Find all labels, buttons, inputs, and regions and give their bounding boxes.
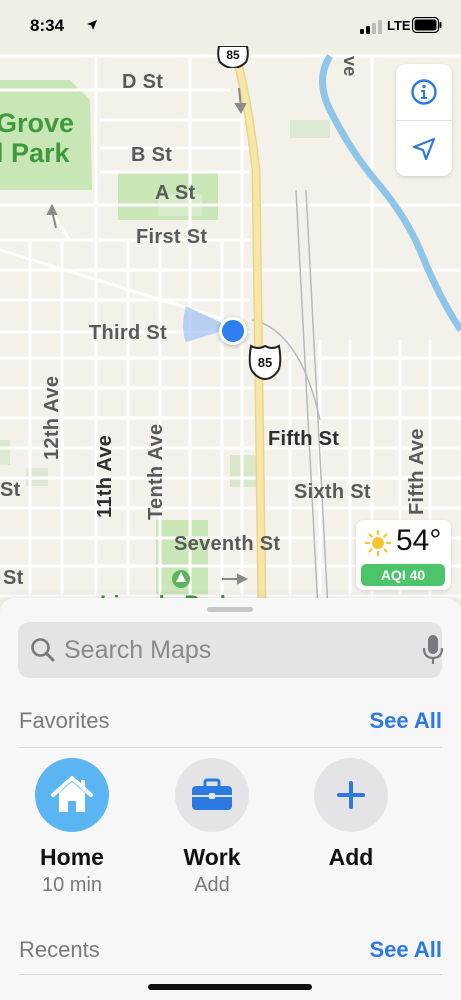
street-label-seventh-st: Seventh St <box>174 533 281 555</box>
battery-icon <box>412 17 442 33</box>
street-label-top-right: ve <box>340 56 360 77</box>
park-label-grove: Grove l Park <box>0 108 74 168</box>
street-label-left-st-1: St <box>0 479 21 501</box>
favorite-home-label: Home <box>40 844 104 870</box>
street-label-left-st-2: St <box>3 567 24 589</box>
bottom-sheet: Favorites See All Home 10 min Work Add <box>0 598 461 1000</box>
street-label-first-st: First St <box>136 226 208 248</box>
street-label-d-st: D St <box>122 71 164 93</box>
add-circle <box>314 758 388 832</box>
park-label-line-2: l Park <box>0 138 70 168</box>
street-label-fifth-st: Fifth St <box>268 428 340 450</box>
street-label-sixth-st: Sixth St <box>294 481 371 503</box>
favorite-home-sub: 10 min <box>41 874 103 896</box>
favorite-work[interactable]: Work Add <box>157 758 267 897</box>
microphone-icon[interactable] <box>422 634 444 666</box>
sheet-grabber[interactable] <box>207 607 253 612</box>
home-circle <box>35 758 109 832</box>
svg-text:85: 85 <box>258 355 272 370</box>
location-arrow-icon <box>412 137 436 161</box>
favorites-see-all-link[interactable]: See All <box>369 708 442 734</box>
map-controls <box>396 64 452 176</box>
favorite-home[interactable]: Home 10 min <box>17 758 127 897</box>
street-label-third-st: Third St <box>89 322 167 344</box>
locate-button[interactable] <box>396 120 452 177</box>
highway-shield: 85 <box>248 344 282 380</box>
status-time: 8:34 <box>30 16 65 35</box>
divider <box>19 974 442 975</box>
recents-title: Recents <box>19 937 100 962</box>
aqi-badge: AQI 40 <box>361 564 445 586</box>
map-view[interactable]: 85 85 Grove l Park Lincoln Park D St B S… <box>0 0 461 610</box>
street-label-fifth-ave: Fifth Ave <box>406 428 428 515</box>
search-bar[interactable] <box>18 622 444 678</box>
favorite-work-label: Work <box>183 844 241 870</box>
sun-icon <box>364 529 392 557</box>
favorites-header: Favorites See All <box>19 708 442 738</box>
info-button[interactable] <box>396 64 452 120</box>
house-icon <box>51 776 93 812</box>
work-circle <box>175 758 249 832</box>
divider <box>19 747 442 748</box>
favorite-work-sub: Add <box>194 874 230 896</box>
location-arrow-icon <box>87 20 97 30</box>
street-label-11th-ave: 11th Ave <box>94 434 116 518</box>
favorite-add-label: Add <box>328 844 374 870</box>
favorite-add[interactable]: Add <box>296 758 406 871</box>
favorites-title: Favorites <box>19 708 110 733</box>
status-bar: 8:34 LTE <box>0 0 461 54</box>
home-indicator[interactable] <box>148 984 312 990</box>
user-location-dot <box>219 317 247 345</box>
street-label-b-st: B St <box>131 144 173 166</box>
street-label-a-st: A St <box>155 182 196 204</box>
search-input[interactable] <box>64 634 394 666</box>
park-label-line-1: Grove <box>0 108 75 138</box>
briefcase-icon <box>192 778 232 810</box>
network-type: LTE <box>387 18 411 33</box>
weather-temperature: 54° <box>396 524 442 557</box>
signal-bars-icon <box>360 20 382 34</box>
info-icon <box>411 79 437 105</box>
weather-widget[interactable]: 54° AQI 40 <box>356 520 451 590</box>
map-base <box>0 0 461 610</box>
recents-header: Recents See All <box>19 937 442 967</box>
recents-see-all-link[interactable]: See All <box>369 937 442 963</box>
plus-icon <box>337 781 365 809</box>
street-label-tenth-ave: Tenth Ave <box>145 423 167 520</box>
street-label-12th-ave: 12th Ave <box>41 375 63 460</box>
search-icon <box>31 638 55 662</box>
